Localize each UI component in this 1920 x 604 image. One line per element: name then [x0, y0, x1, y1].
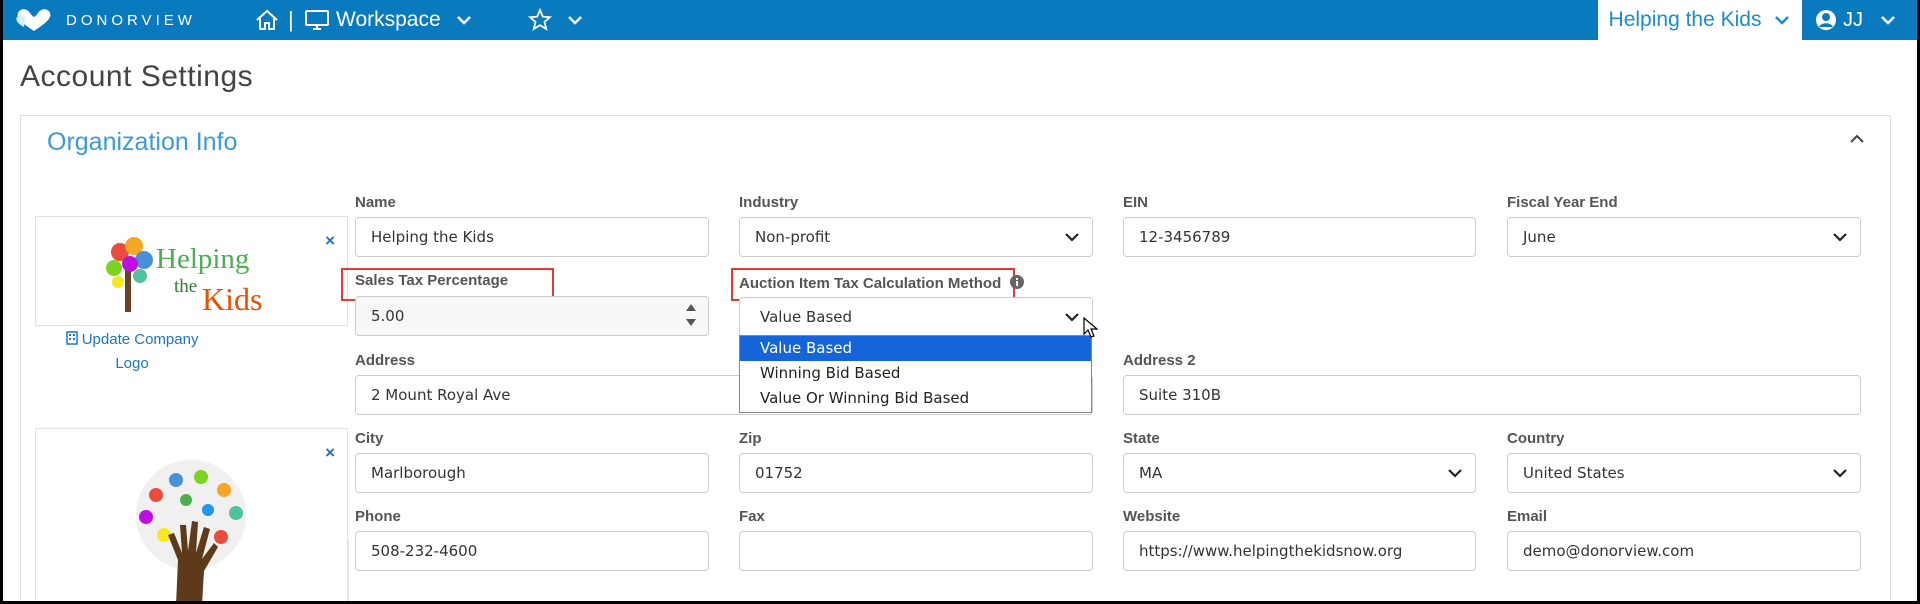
home-button[interactable]: [254, 0, 280, 40]
address-label: Address: [355, 352, 416, 369]
update-company-logo-link[interactable]: Update Company Logo: [62, 328, 202, 376]
state-label: State: [1123, 430, 1160, 447]
user-circle-icon: [1816, 10, 1836, 30]
address2-input[interactable]: Suite 310B: [1123, 375, 1861, 415]
user-initials: JJ: [1843, 8, 1863, 31]
logo-text-kids: Kids: [202, 281, 262, 317]
home-icon: [256, 9, 278, 30]
update-logo-text-line1: Update Company: [81, 331, 199, 348]
top-nav: DONORVIEW | Workspace Helping the Kids J…: [0, 0, 1920, 40]
dropdown-option-value-based[interactable]: Value Based: [740, 336, 1091, 361]
website-label: Website: [1123, 508, 1181, 525]
city-input[interactable]: Marlborough: [355, 453, 709, 493]
industry-value: Non-profit: [755, 228, 831, 246]
logo-text: DONORVIEW: [66, 11, 196, 29]
fax-label: Fax: [739, 508, 765, 525]
organization-switcher[interactable]: Helping the Kids: [1598, 0, 1802, 40]
dropdown-option-winning-bid-based[interactable]: Winning Bid Based: [740, 361, 1091, 386]
city-label: City: [355, 430, 384, 447]
chevron-down-icon: [1448, 469, 1462, 478]
auction-tax-value: Value Based: [760, 308, 853, 326]
dropdown-option-value-or-winning-bid[interactable]: Value Or Winning Bid Based: [740, 386, 1091, 411]
sales-tax-label: Sales Tax Percentage: [355, 272, 509, 289]
country-value: United States: [1523, 464, 1625, 482]
company-logo-image: Helping the Kids: [106, 237, 262, 317]
remove-logo-button[interactable]: ×: [325, 231, 335, 251]
ein-input[interactable]: 12-3456789: [1123, 217, 1476, 257]
donorview-logo[interactable]: DONORVIEW: [14, 7, 196, 33]
email-input[interactable]: demo@donorview.com: [1507, 531, 1861, 571]
chevron-down-icon: [1065, 233, 1079, 242]
chevron-down-icon: [1833, 233, 1847, 242]
chevron-down-icon: [456, 16, 471, 25]
fiscal-year-end-label: Fiscal Year End: [1507, 194, 1618, 211]
building-icon: [65, 331, 78, 345]
user-menu[interactable]: JJ: [1815, 0, 1897, 40]
org-name: Helping the Kids: [1608, 8, 1762, 31]
monitor-icon: [305, 10, 329, 30]
page-title: Account Settings: [20, 60, 254, 93]
spinner-up-icon[interactable]: [684, 301, 698, 313]
chevron-down-icon: [1833, 469, 1847, 478]
chevron-up-icon: [1850, 134, 1864, 143]
chevron-down-icon: [1881, 16, 1895, 25]
zip-label: Zip: [739, 430, 762, 447]
logo-text-helping: Helping: [156, 243, 249, 275]
sales-tax-input[interactable]: 5.00: [355, 296, 709, 336]
info-icon[interactable]: [1009, 274, 1025, 290]
nav-separator: |: [288, 7, 294, 32]
collapse-button[interactable]: [1848, 132, 1866, 151]
name-label: Name: [355, 194, 396, 211]
fiscal-year-end-value: June: [1523, 228, 1556, 246]
phone-input[interactable]: 508-232-4600: [355, 531, 709, 571]
chevron-down-icon: [1775, 16, 1790, 25]
country-select[interactable]: United States: [1507, 453, 1861, 493]
update-logo-text-line2: Logo: [115, 355, 149, 372]
section-title: Organization Info: [47, 128, 238, 156]
company-logo-box: Helping the Kids ×: [35, 216, 348, 326]
state-value: MA: [1139, 464, 1163, 482]
auction-tax-label-text: Auction Item Tax Calculation Method: [739, 275, 1002, 292]
name-input[interactable]: Helping the Kids: [355, 217, 709, 257]
spinner-down-icon[interactable]: [684, 317, 698, 329]
chevron-down-icon: [568, 16, 582, 25]
cursor-icon: [1083, 317, 1099, 338]
fax-input[interactable]: [739, 531, 1093, 571]
industry-label: Industry: [739, 194, 799, 211]
favorites-menu[interactable]: [528, 0, 584, 40]
zip-input[interactable]: 01752: [739, 453, 1093, 493]
remove-image-button[interactable]: ×: [325, 443, 335, 463]
fiscal-year-end-select[interactable]: June: [1507, 217, 1861, 257]
auction-tax-select[interactable]: Value Based: [739, 297, 1093, 337]
email-label: Email: [1507, 508, 1548, 525]
workspace-label: Workspace: [336, 8, 441, 31]
auction-tax-dropdown-list: Value Based Winning Bid Based Value Or W…: [739, 335, 1092, 413]
chevron-down-icon: [1065, 313, 1079, 322]
workspace-menu[interactable]: Workspace: [304, 0, 473, 40]
donorview-logo-icon: [16, 9, 51, 31]
industry-select[interactable]: Non-profit: [739, 217, 1093, 257]
logo-text-the: the: [174, 276, 197, 297]
auction-tax-label: Auction Item Tax Calculation Method: [739, 274, 1025, 292]
state-select[interactable]: MA: [1123, 453, 1476, 493]
sales-tax-value: 5.00: [371, 307, 405, 325]
ein-label: EIN: [1123, 194, 1149, 211]
phone-label: Phone: [355, 508, 401, 525]
country-label: Country: [1507, 430, 1565, 447]
website-input[interactable]: https://www.helpingthekidsnow.org: [1123, 531, 1476, 571]
secondary-image-box: ×: [35, 428, 348, 604]
address2-label: Address 2: [1123, 352, 1196, 369]
star-icon: [528, 8, 552, 31]
tree-hand-image: [136, 460, 246, 604]
